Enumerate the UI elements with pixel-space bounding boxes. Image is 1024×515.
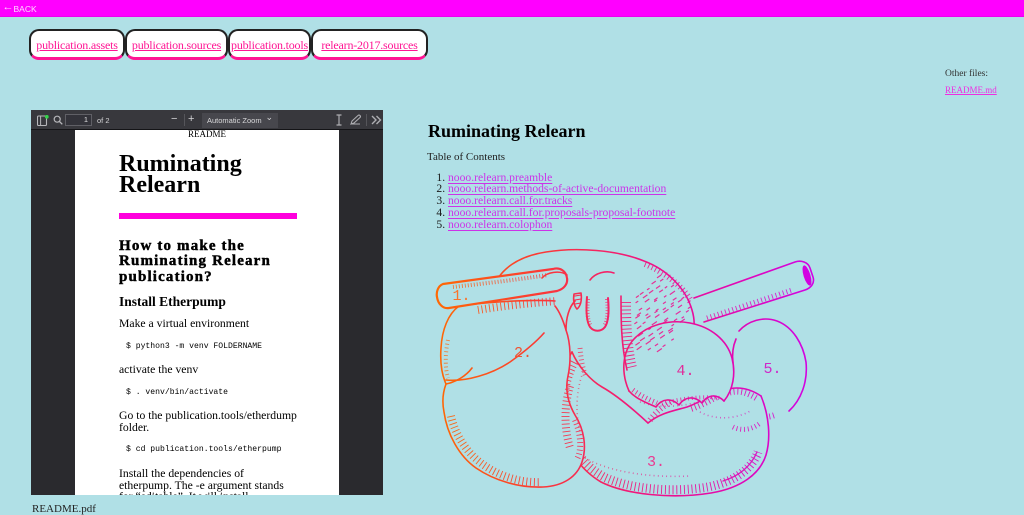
svg-text:5.: 5. [764,361,782,378]
svg-text:3.: 3. [647,454,665,471]
svg-text:4.: 4. [677,363,695,380]
svg-text:2.: 2. [514,345,532,362]
svg-text:1.: 1. [453,288,471,305]
